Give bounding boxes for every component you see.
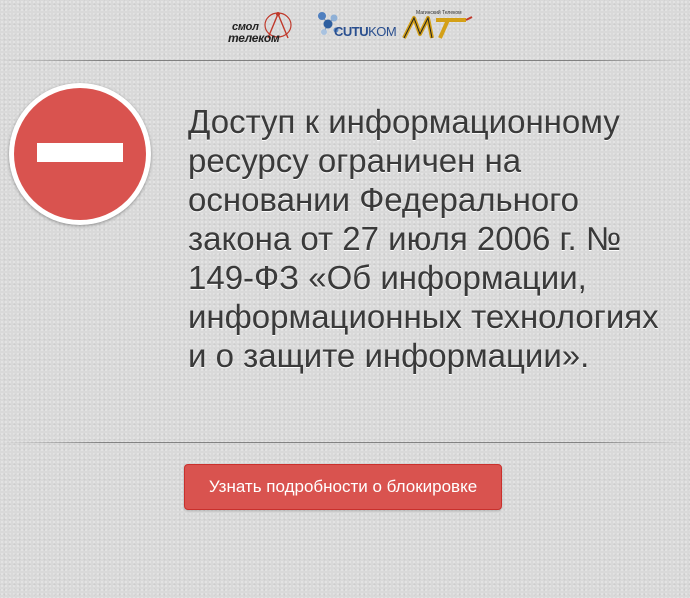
blocking-message: Доступ к информационному ресурсу огранич… [188,103,659,374]
block-details-button[interactable]: Узнать подробности о блокировке [184,464,502,510]
cutikom-logo: CUTUKOM [314,8,397,44]
mt-logo-icon [402,16,473,39]
smoltelecom-logo-line2: телеком [228,31,280,45]
smoltelecom-logo: смол телеком [228,8,296,45]
bottom-divider [0,442,690,443]
no-entry-icon-circle [14,88,146,220]
cutikom-logo-prefix: CUTU [334,24,369,39]
mt-logo: Магинский Телеком [400,8,474,44]
cutikom-logo-suffix: KOM [368,24,397,39]
no-entry-icon [9,83,151,225]
top-divider [0,60,690,61]
partner-logos: смол телеком CUTUKOM Магинский Телеком [0,8,690,48]
no-entry-icon-bar [37,143,123,162]
